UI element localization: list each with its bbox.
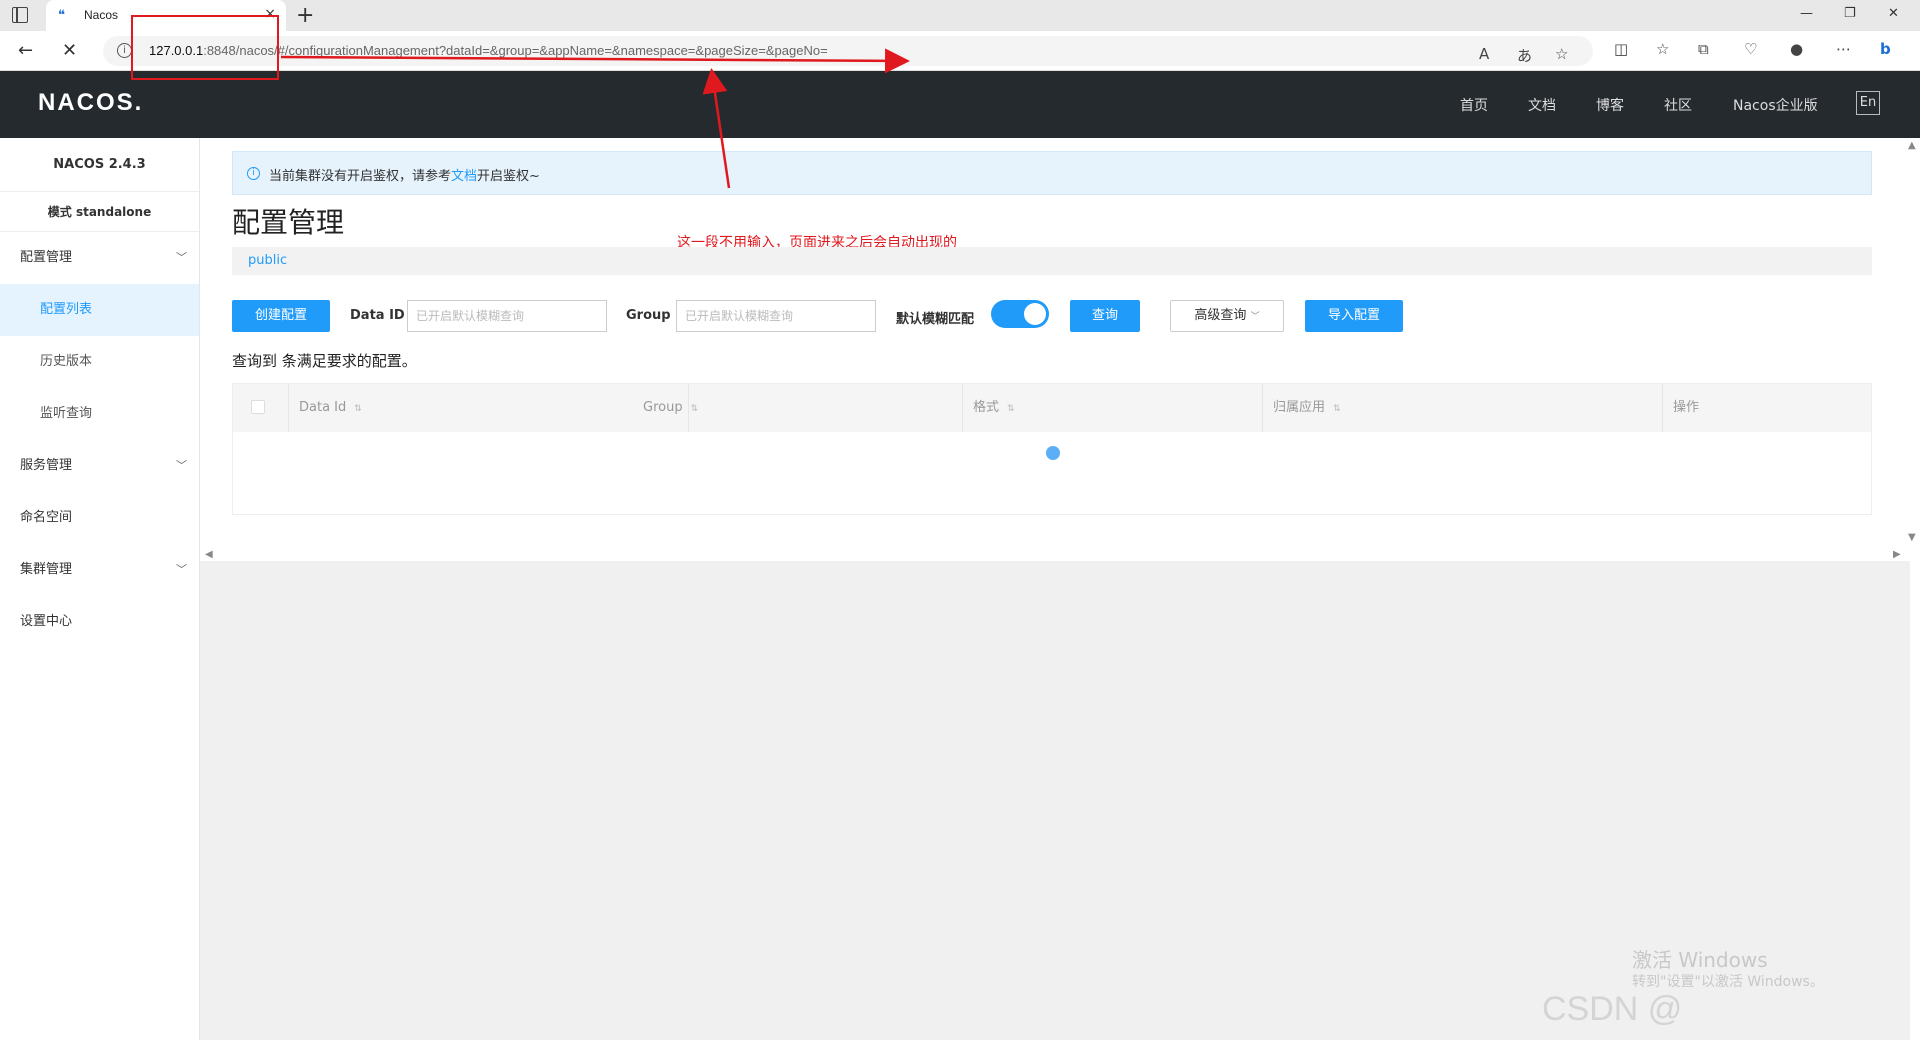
annotation-highlight-box (131, 15, 279, 80)
group-input[interactable] (676, 300, 876, 332)
minimize-button[interactable]: — (1800, 6, 1813, 21)
url-field[interactable]: i 127.0.0.1:8848/nacos/#/configurationMa… (103, 36, 1593, 66)
dataid-label: Data ID (350, 308, 405, 323)
select-all-checkbox[interactable] (251, 400, 265, 414)
back-icon[interactable]: ← (18, 40, 33, 61)
sidebar-version: NACOS 2.4.3 (0, 138, 199, 192)
column-header-group[interactable]: Group ⇅ (633, 384, 963, 432)
sort-icon[interactable]: ⇅ (1007, 404, 1015, 414)
sidebar-item-namespace[interactable]: 命名空间 (0, 492, 199, 544)
loading-spinner (1046, 446, 1060, 460)
sidebar-item-service-management[interactable]: 服务管理 ﹀ (0, 440, 199, 492)
advanced-query-button[interactable]: 高级查询 ﹀ (1170, 300, 1284, 332)
page-title: 配置管理 (232, 206, 345, 239)
column-header-app[interactable]: 归属应用 ⇅ (1263, 384, 1663, 432)
column-header-actions: 操作 (1673, 400, 1700, 415)
fuzzy-match-toggle[interactable] (991, 300, 1049, 328)
split-screen-icon[interactable]: ◫ (1614, 40, 1628, 58)
stop-loading-icon[interactable]: ✕ (62, 40, 77, 61)
windows-activation-title: 激活 Windows (1632, 948, 1768, 972)
copilot-icon[interactable]: b (1880, 40, 1891, 58)
nav-blog[interactable]: 博客 (1596, 95, 1624, 115)
chevron-down-icon: ﹀ (176, 563, 187, 576)
nav-home[interactable]: 首页 (1460, 95, 1488, 115)
column-header-dataid[interactable]: Data Id ⇅ (289, 384, 689, 432)
select-all-cell (233, 384, 289, 432)
info-icon: i (247, 167, 260, 180)
translate-icon[interactable]: あ (1517, 45, 1532, 66)
nav-community[interactable]: 社区 (1664, 95, 1692, 115)
sidebar-item-config-list[interactable]: 配置列表 (0, 284, 199, 336)
dataid-input[interactable] (407, 300, 607, 332)
advanced-query-label: 高级查询 (1194, 308, 1247, 323)
namespace-public-link[interactable]: public (248, 253, 287, 268)
profile-icon[interactable]: ● (1790, 40, 1803, 58)
sidebar-item-label: 配置管理 (20, 250, 73, 265)
windows-activation-hint: 转到"设置"以激活 Windows。 (1632, 974, 1824, 990)
sidebar-item-cluster-management[interactable]: 集群管理 ﹀ (0, 544, 199, 596)
sidebar-item-label: 集群管理 (20, 562, 73, 577)
scroll-up-arrow-icon[interactable]: ▲ (1908, 140, 1916, 151)
namespace-bar: public (232, 247, 1872, 275)
browser-essentials-icon[interactable]: ♡ (1744, 40, 1757, 58)
favorites-icon[interactable]: ☆ (1656, 40, 1669, 58)
site-info-icon[interactable]: i (117, 43, 132, 58)
notice-text: 当前集群没有开启鉴权，请参考文档开启鉴权~ (269, 169, 540, 184)
toggle-knob (1024, 303, 1046, 325)
main-panel: i 当前集群没有开启鉴权，请参考文档开启鉴权~ 配置管理 这一段不用输入，页面进… (200, 138, 1910, 561)
sidebar-item-label: 服务管理 (20, 458, 73, 473)
sort-icon[interactable]: ⇅ (354, 404, 362, 414)
nacos-header: NACOS. 首页 文档 博客 社区 Nacos企业版 En (0, 71, 1920, 138)
collections-icon[interactable]: ⧉ (1698, 40, 1709, 58)
import-config-button[interactable]: 导入配置 (1305, 300, 1403, 332)
column-header-format[interactable]: 格式 ⇅ (963, 384, 1263, 432)
language-toggle-button[interactable]: En (1856, 91, 1880, 115)
scroll-left-arrow-icon[interactable]: ◀ (205, 549, 213, 560)
notice-docs-link[interactable]: 文档 (451, 169, 477, 184)
chevron-down-icon: ﹀ (176, 251, 187, 264)
new-tab-button[interactable]: + (296, 3, 314, 28)
scroll-right-arrow-icon[interactable]: ▶ (1893, 549, 1901, 560)
table-header: Data Id ⇅ Group ⇅ 格式 ⇅ 归属应用 ⇅ 操作 (233, 384, 1871, 432)
more-menu-icon[interactable]: ⋯ (1836, 40, 1851, 58)
sort-icon[interactable]: ⇅ (691, 404, 699, 414)
result-summary: 查询到 条满足要求的配置。 (232, 352, 417, 370)
browser-tabbar: ❝ Nacos × + — ❐ ✕ (0, 0, 1920, 31)
sort-icon[interactable]: ⇅ (1333, 404, 1341, 414)
sidebar-item-config-management[interactable]: 配置管理 ﹀ (0, 232, 199, 284)
nacos-logo[interactable]: NACOS. (38, 89, 143, 117)
group-label: Group (626, 308, 671, 323)
auth-notice: i 当前集群没有开启鉴权，请参考文档开启鉴权~ (232, 151, 1872, 195)
sidebar-item-history[interactable]: 历史版本 (0, 336, 199, 388)
favorite-star-icon[interactable]: ☆ (1555, 45, 1568, 63)
nav-enterprise[interactable]: Nacos企业版 (1733, 95, 1818, 115)
sidebar-mode: 模式 standalone (0, 192, 199, 232)
main-content: i 当前集群没有开启鉴权，请参考文档开启鉴权~ 配置管理 这一段不用输入，页面进… (200, 138, 1910, 1040)
tab-actions-icon[interactable] (12, 7, 28, 23)
chevron-down-icon: ﹀ (1250, 312, 1260, 322)
read-aloud-icon[interactable]: A (1479, 45, 1489, 63)
nav-docs[interactable]: 文档 (1528, 95, 1556, 115)
config-table: Data Id ⇅ Group ⇅ 格式 ⇅ 归属应用 ⇅ 操作 (232, 383, 1872, 515)
address-bar-row: ← ✕ i 127.0.0.1:8848/nacos/#/configurati… (0, 31, 1920, 71)
create-config-button[interactable]: 创建配置 (232, 300, 330, 332)
close-window-button[interactable]: ✕ (1888, 6, 1899, 21)
csdn-watermark: CSDN @ (1542, 990, 1683, 1028)
query-button[interactable]: 查询 (1070, 300, 1140, 332)
sidebar-item-listener-query[interactable]: 监听查询 (0, 388, 199, 440)
chevron-down-icon: ﹀ (176, 459, 187, 472)
fuzzy-match-label: 默认模糊匹配 (896, 312, 975, 327)
restore-button[interactable]: ❐ (1844, 6, 1856, 21)
nacos-favicon-icon: ❝ (58, 8, 65, 23)
scroll-down-arrow-icon[interactable]: ▼ (1908, 532, 1916, 543)
sidebar-item-settings[interactable]: 设置中心 (0, 596, 199, 648)
tab-title: Nacos (84, 8, 119, 22)
sidebar: NACOS 2.4.3 模式 standalone 配置管理 ﹀ 配置列表 历史… (0, 138, 200, 1040)
